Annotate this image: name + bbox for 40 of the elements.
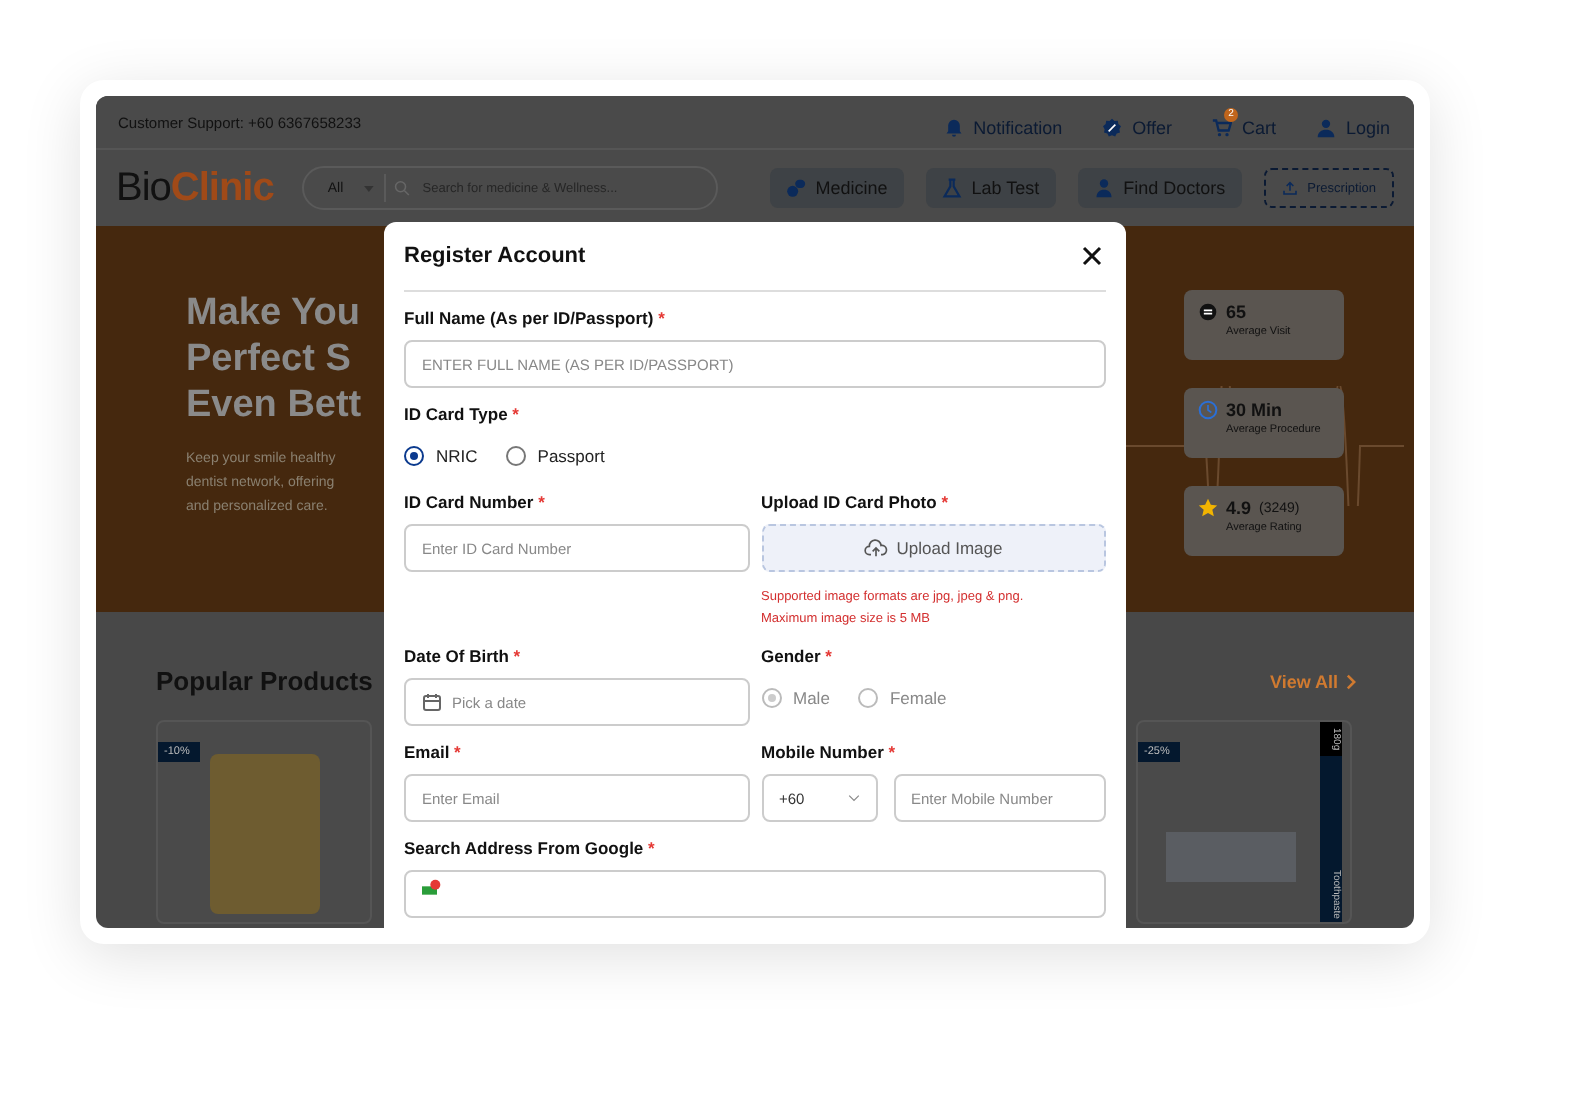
radio-option[interactable]: Passport [505,446,605,466]
user-icon [1315,118,1336,138]
field-label: Upload ID Card Photo * [761,492,951,512]
map-pin-icon [422,878,442,898]
star-icon [1198,498,1218,518]
section-title: Popular Products [156,666,373,696]
dialog-title: Register Account [404,244,586,268]
top-nav-link[interactable]: Login [1315,106,1394,138]
address-field[interactable] [404,870,1106,918]
flask-icon [941,178,962,198]
field-label: Full Name (As per ID/Passport) * [404,308,667,328]
site-logo[interactable]: BioClinic [116,165,274,211]
field-label: ID Card Type * [404,404,521,424]
chat-icon [1198,302,1218,322]
field-label: Search Address From Google * [404,838,657,858]
view-all-link[interactable]: View All [1269,671,1356,691]
bell-icon [943,118,964,138]
upload-icon [1281,180,1298,196]
search-icon [394,180,411,196]
top-nav-link[interactable]: Notification [943,106,1067,138]
upload-button[interactable]: Upload Image [761,524,1106,572]
product-photo-placeholder [1165,832,1295,882]
clock-icon [1198,400,1218,420]
hero-headline: Make You Perfect S Even Bett [186,290,362,428]
radio-option[interactable]: NRIC [404,446,478,466]
field-label: Mobile Number * [761,742,898,762]
pills-icon [785,178,806,198]
field-label: ID Card Number * [404,492,547,512]
field-label: Email * [404,742,463,762]
cart-icon [1211,118,1232,138]
chevron-down-icon [847,794,859,802]
doctor-icon [1093,178,1114,198]
field-label: Gender * [761,646,834,666]
cloud-upload-icon [864,538,889,558]
calendar-icon [422,692,442,712]
close-button[interactable] [1078,242,1106,270]
field-label: Date Of Birth * [404,646,523,666]
chevron-icon [1346,673,1356,689]
badge-icon [1102,118,1123,138]
top-nav-link[interactable]: Offer [1102,106,1176,138]
